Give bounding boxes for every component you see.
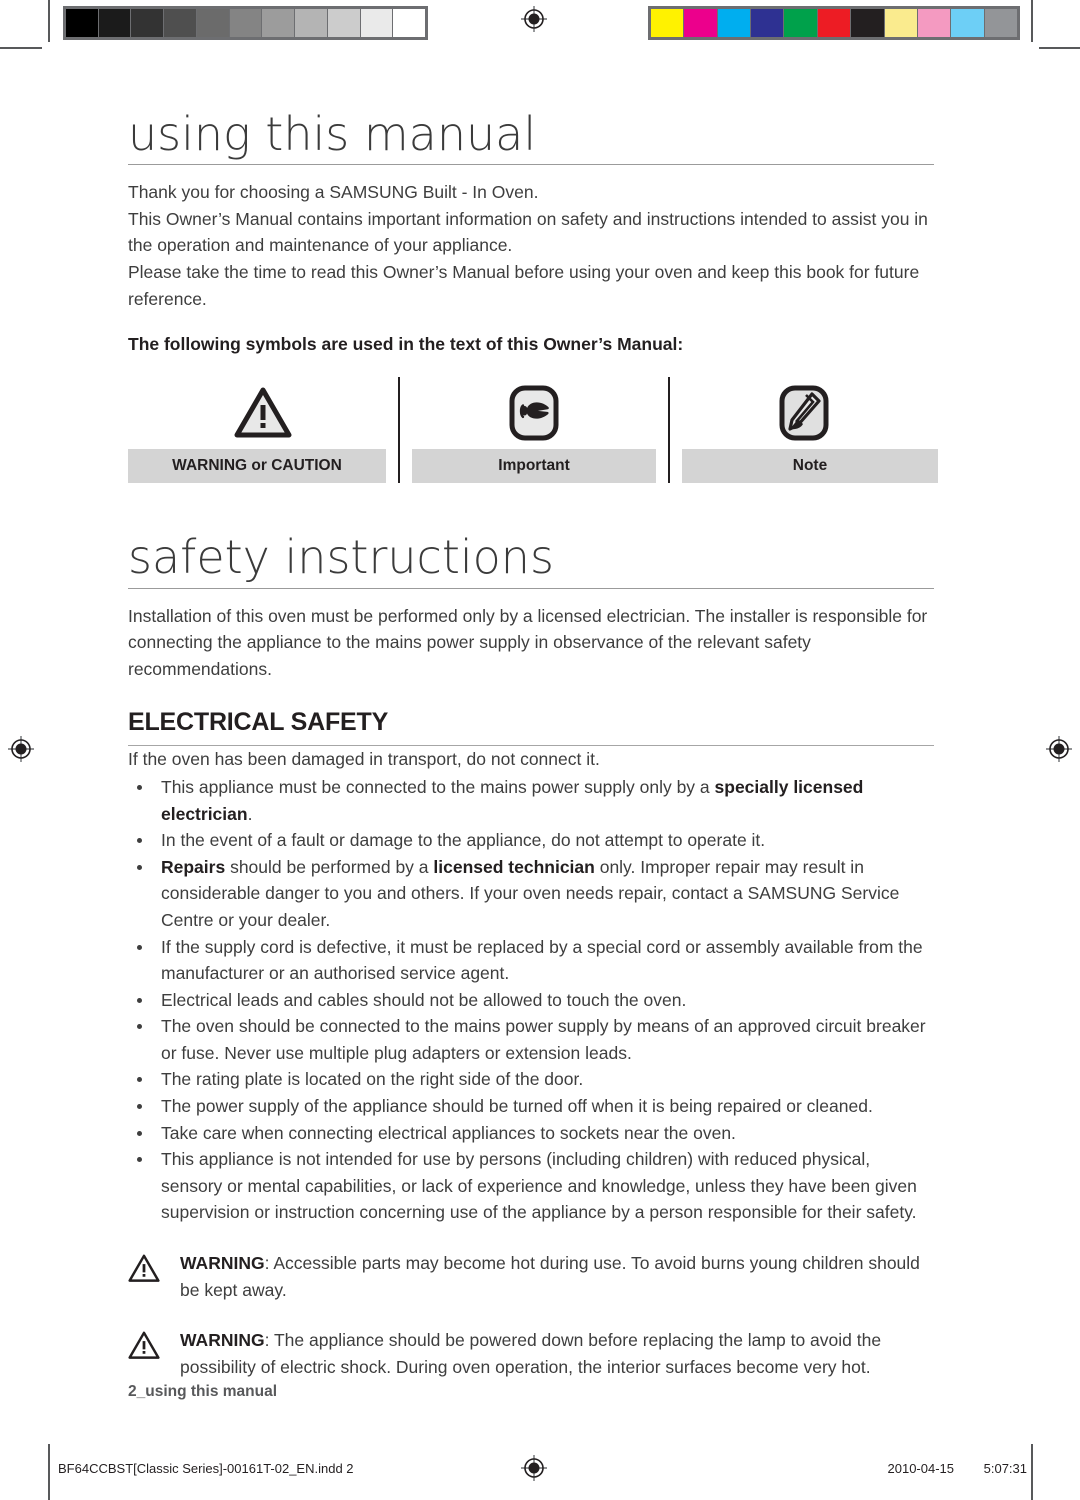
chapter-title-safety-instructions: safety instructions [128, 533, 934, 589]
warning-text: WARNING: The appliance should be powered… [180, 1330, 882, 1377]
section-heading-electrical-safety: ELECTRICAL SAFETY [128, 708, 934, 747]
warning-block: WARNING: Accessible parts may become hot… [128, 1250, 934, 1303]
intro-paragraph: Thank you for choosing a SAMSUNG Built -… [128, 182, 539, 203]
symbol-legend-label: WARNING or CAUTION [128, 449, 386, 484]
warning-triangle-icon [128, 377, 398, 449]
warning-triangle-icon [128, 1327, 180, 1380]
symbol-legend-cell-important: Important [398, 377, 668, 484]
electrical-safety-bullet-list: This appliance must be connected to the … [128, 774, 934, 1226]
chapter-title-using-this-manual: using this manual [128, 110, 934, 166]
safety-intro: Installation of this oven must be perfor… [128, 603, 934, 683]
bullet-item: The power supply of the appliance should… [128, 1093, 934, 1120]
warning-block-group: WARNING: Accessible parts may become hot… [128, 1250, 934, 1380]
print-footer-timestamp: 2010-04-15 5:07:31 [862, 1461, 1028, 1476]
print-footer-filename: BF64CCBST[Classic Series]-00161T-02_EN.i… [58, 1461, 354, 1476]
symbol-legend-label: Important [412, 449, 656, 484]
pointing-hand-icon [400, 377, 668, 449]
warning-triangle-icon [128, 1250, 180, 1303]
pencil-note-icon [670, 377, 938, 449]
symbols-lead-in: The following symbols are used in the te… [128, 334, 684, 355]
bullet-item: In the event of a fault or damage to the… [128, 827, 934, 854]
print-footer-date: 2010-04-15 [887, 1461, 955, 1476]
print-footer-time: 5:07:31 [983, 1461, 1027, 1476]
safety-intro-paragraph: Installation of this oven must be perfor… [128, 605, 928, 679]
manual-page: using this manual Thank you for choosing… [0, 0, 1080, 1500]
bullet-item: This appliance must be connected to the … [128, 774, 934, 827]
bullet-item: Electrical leads and cables should not b… [128, 987, 934, 1014]
symbol-legend-label: Note [682, 449, 938, 484]
intro-paragraph: This Owner’s Manual contains important i… [128, 208, 928, 256]
warning-text: WARNING: Accessible parts may become hot… [180, 1253, 920, 1300]
intro-paragraphs: Thank you for choosing a SAMSUNG Built -… [128, 179, 934, 312]
symbol-legend-table: WARNING or CAUTION Important Note [128, 377, 938, 484]
bullet-item: The rating plate is located on the right… [128, 1066, 934, 1093]
page-content: using this manual Thank you for choosing… [128, 110, 938, 1380]
bullet-item: Repairs should be performed by a license… [128, 854, 934, 934]
bullet-item: If the supply cord is defective, it must… [128, 934, 934, 987]
bullet-item: This appliance is not intended for use b… [128, 1146, 934, 1226]
bullet-item: The oven should be connected to the main… [128, 1013, 934, 1066]
running-footer: 2_using this manual [128, 1383, 278, 1400]
symbol-legend-cell-warning: WARNING or CAUTION [128, 377, 398, 484]
symbol-legend-cell-note: Note [668, 377, 938, 484]
section-intro-paragraph: If the oven has been damaged in transpor… [128, 749, 600, 770]
warning-block: WARNING: The appliance should be powered… [128, 1327, 934, 1380]
bullet-item: Take care when connecting electrical app… [128, 1120, 934, 1147]
intro-paragraph: Please take the time to read this Owner’… [128, 262, 920, 309]
